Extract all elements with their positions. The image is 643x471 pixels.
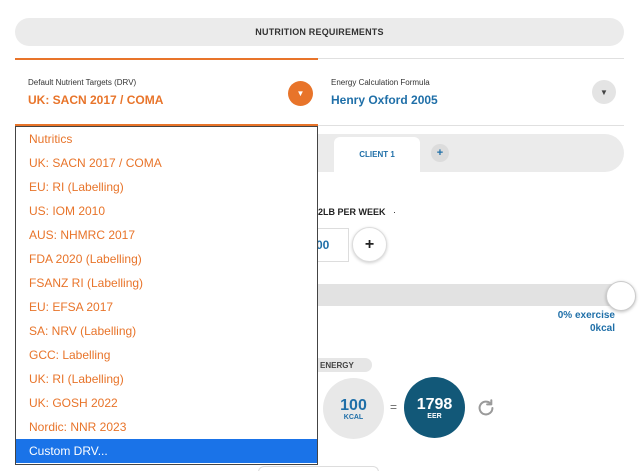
kcal-circle[interactable]: 100 KCAL [323, 378, 384, 439]
dropdown-option[interactable]: AUS: NHMRC 2017 [16, 223, 317, 247]
dropdown-option[interactable]: EU: RI (Labelling) [16, 175, 317, 199]
dropdown-option[interactable]: UK: RI (Labelling) [16, 367, 317, 391]
nutrition-requirements-panel: NUTRITION REQUIREMENTS Default Nutrient … [0, 0, 643, 471]
dropdown-option[interactable]: FDA 2020 (Labelling) [16, 247, 317, 271]
dropdown-option[interactable]: SA: NRV (Labelling) [16, 319, 317, 343]
weight-goal-label: 2LB PER WEEK [318, 207, 386, 217]
drv-dropdown-list[interactable]: Nutritics UK: SACN 2017 / COMA EU: RI (Lab… [15, 126, 318, 465]
dropdown-option[interactable]: Nordic: NNR 2023 [16, 415, 317, 439]
chevron-down-icon[interactable]: ▼ [592, 80, 616, 104]
dropdown-option[interactable]: US: IOM 2010 [16, 199, 317, 223]
tab-client-1[interactable]: CLIENT 1 [334, 137, 420, 172]
section-header: NUTRITION REQUIREMENTS [15, 18, 624, 46]
dropdown-option[interactable]: EU: EFSA 2017 [16, 295, 317, 319]
chevron-down-icon[interactable]: ▼ [288, 81, 313, 106]
increment-button[interactable]: + [352, 227, 387, 262]
kcal-unit: KCAL [343, 413, 364, 421]
exercise-slider-track[interactable] [300, 284, 618, 306]
exercise-slider-thumb[interactable] [606, 281, 636, 311]
dropdown-option[interactable]: FSANZ RI (Labelling) [16, 271, 317, 295]
dropdown-option[interactable]: Nutritics [16, 127, 317, 151]
eer-unit: EER [427, 412, 442, 420]
dropdown-option[interactable]: Custom DRV... [16, 439, 317, 463]
equals-sign: = [390, 400, 398, 414]
exercise-kcal: 0kcal [589, 323, 615, 334]
add-client-button[interactable]: + [431, 144, 449, 162]
dropdown-option[interactable]: GCC: Labelling [16, 343, 317, 367]
energy-formula-value[interactable]: Henry Oxford 2005 [331, 93, 438, 107]
weight-goal-dot: · [393, 207, 396, 217]
energy-formula-label: Energy Calculation Formula [331, 78, 430, 87]
bottom-pill [258, 466, 379, 471]
exercise-percent: 0% exercise [557, 310, 615, 321]
energy-formula-selector[interactable]: Energy Calculation Formula Henry Oxford … [318, 58, 624, 126]
kcal-value: 100 [340, 396, 367, 414]
drv-value[interactable]: UK: SACN 2017 / COMA [28, 93, 163, 107]
drv-label: Default Nutrient Targets (DRV) [28, 78, 137, 87]
refresh-icon[interactable] [475, 397, 497, 419]
dropdown-option[interactable]: UK: GOSH 2022 [16, 391, 317, 415]
eer-circle: 1798 EER [404, 377, 465, 438]
drv-selector[interactable]: Default Nutrient Targets (DRV) UK: SACN … [15, 58, 318, 126]
dropdown-option[interactable]: UK: SACN 2017 / COMA [16, 151, 317, 175]
eer-value: 1798 [416, 395, 453, 413]
